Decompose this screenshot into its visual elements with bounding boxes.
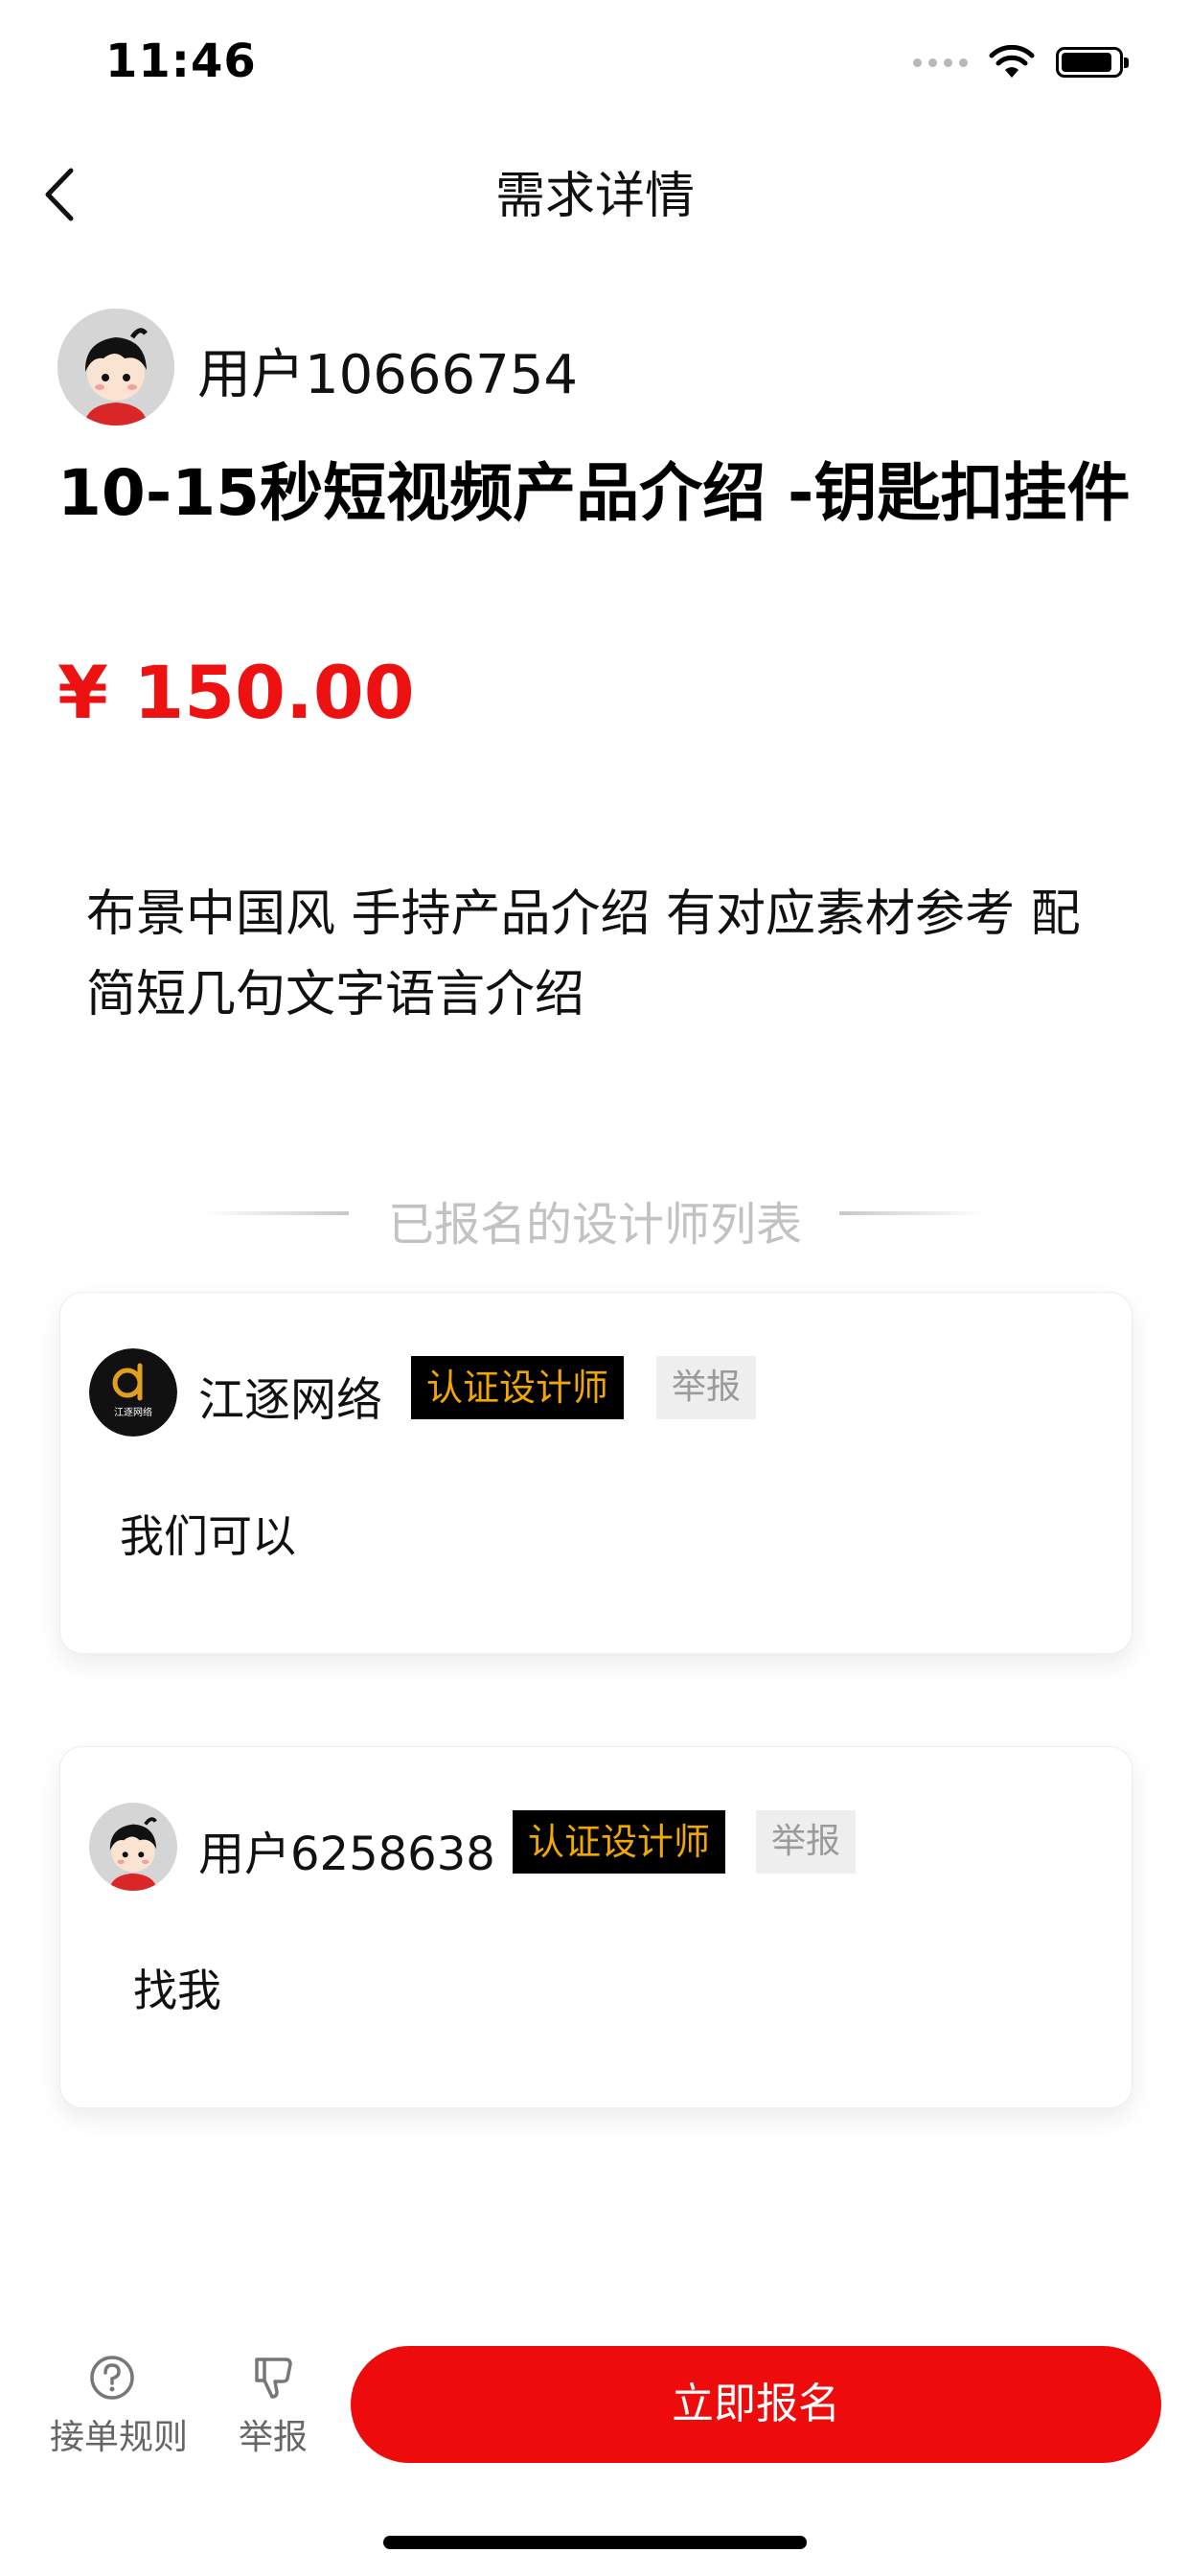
price: ¥ 150.00 [57, 650, 415, 735]
battery-level [1062, 53, 1112, 72]
report-post-button[interactable]: 举报 [211, 2354, 335, 2459]
poster-name: 用户10666754 [197, 344, 579, 406]
section-divider-right [839, 1211, 985, 1215]
applicant-name: 江逐网络 [198, 1373, 383, 1427]
status-time: 11:46 [105, 34, 257, 88]
thumbs-down-icon [255, 2358, 292, 2399]
certified-designer-badge: 认证设计师 [513, 1810, 726, 1874]
applicant-avatar[interactable]: 江逐网络 [89, 1348, 177, 1437]
poster-avatar[interactable] [57, 309, 174, 426]
cartoon-avatar-icon [89, 1803, 177, 1891]
section-divider-left [203, 1211, 349, 1215]
post-description: 布景中国风 手持产品介绍 有对应素材参考 配简短几句文字语言介绍 [86, 886, 1081, 1024]
applicant-avatar[interactable] [89, 1803, 177, 1891]
cartoon-avatar-icon [57, 309, 174, 426]
section-title: 已报名的设计师列表 [387, 1198, 802, 1252]
certified-designer-badge: 认证设计师 [411, 1356, 625, 1419]
apply-now-button[interactable]: 立即报名 [351, 2346, 1161, 2463]
battery-icon [1056, 47, 1129, 78]
applicant-card: 用户6258638 认证设计师 举报 找我 [59, 1746, 1133, 2108]
status-icons [913, 43, 1129, 81]
report-button[interactable]: 举报 [756, 1810, 857, 1874]
applicant-message: 我们可以 [120, 1510, 296, 1562]
rules-button[interactable]: 接单规则 [50, 2354, 189, 2459]
applicant-message: 找我 [133, 1965, 221, 2016]
company-logo-icon: 江逐网络 [89, 1348, 177, 1437]
home-indicator [383, 2536, 807, 2549]
wifi-icon [989, 45, 1035, 78]
applicant-name: 用户6258638 [198, 1828, 495, 1881]
post-title: 10-15秒短视频产品介绍 -钥匙扣挂件 [57, 456, 1131, 530]
page-title: 需求详情 [494, 168, 695, 225]
report-label: 举报 [238, 2418, 308, 2457]
signal-icon [913, 58, 968, 67]
company-logo-text: 江逐网络 [114, 1406, 152, 1418]
report-button[interactable]: 举报 [656, 1356, 757, 1419]
rules-label: 接单规则 [50, 2418, 189, 2457]
applicant-card: 江逐网络 江逐网络 认证设计师 举报 我们可以 [59, 1292, 1133, 1654]
help-circle-icon [90, 2356, 134, 2400]
